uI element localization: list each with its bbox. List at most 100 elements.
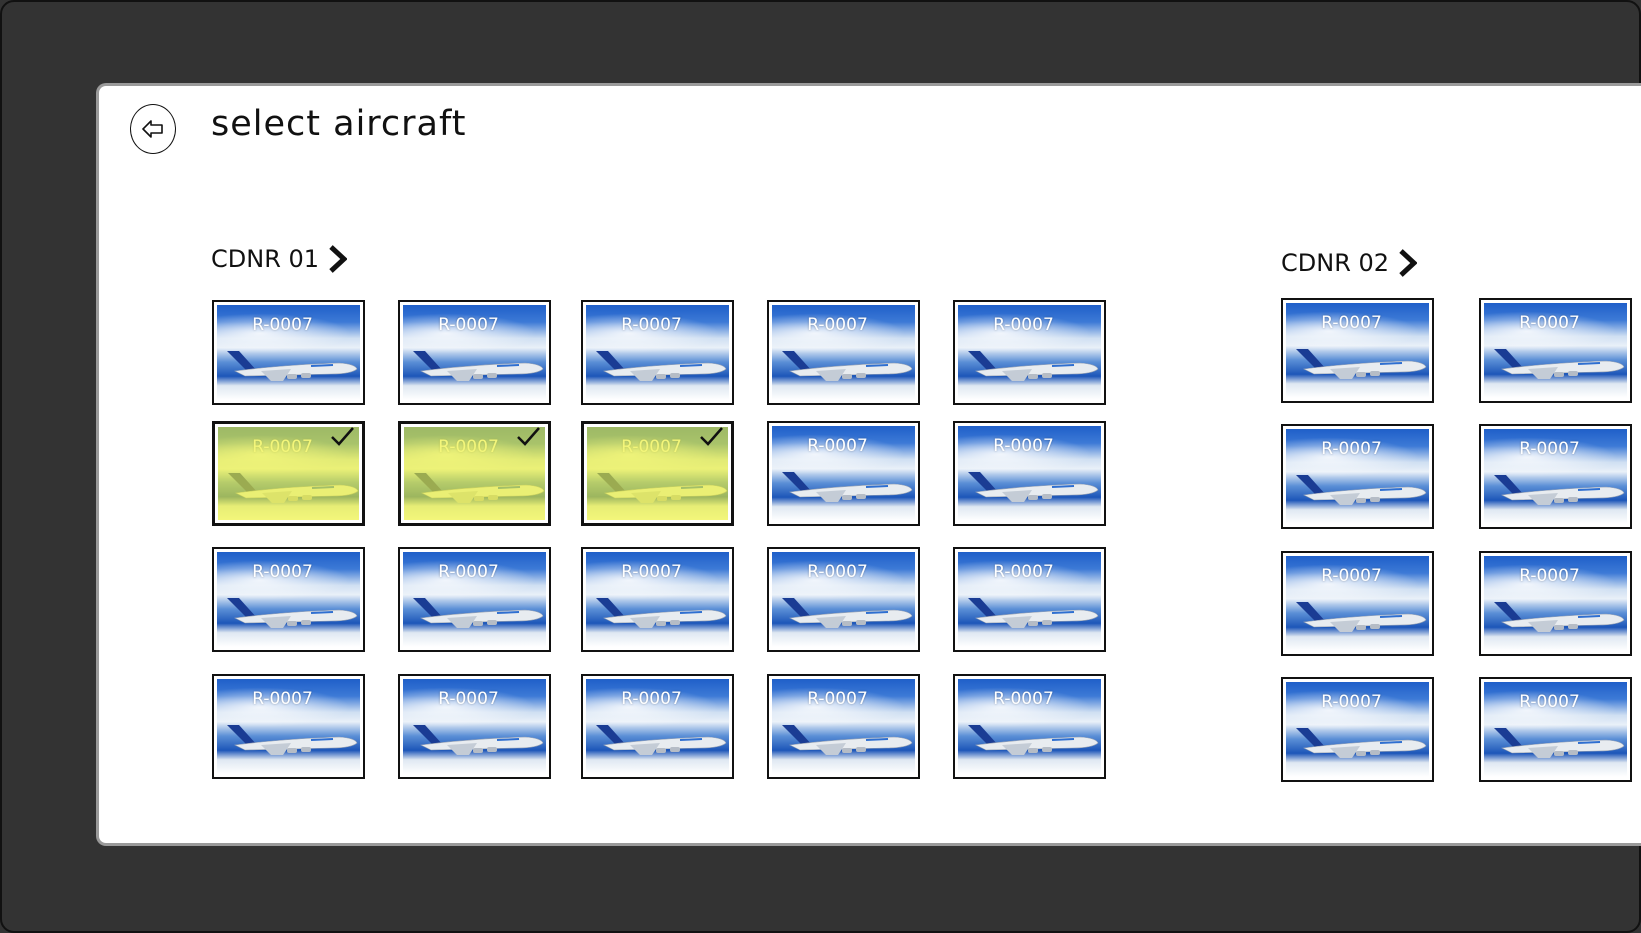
checkmark-icon bbox=[517, 427, 540, 446]
aircraft-tile[interactable]: R-0007 bbox=[581, 421, 734, 526]
group-label: CDNR 02 bbox=[1281, 249, 1390, 277]
aircraft-image bbox=[1494, 728, 1625, 758]
aircraft-registration: R-0007 bbox=[993, 689, 1054, 709]
aircraft-registration: R-0007 bbox=[621, 562, 682, 582]
aircraft-photo: R-0007 bbox=[586, 305, 729, 400]
aircraft-registration: R-0007 bbox=[252, 689, 313, 709]
aircraft-tile[interactable]: R-0007 bbox=[767, 674, 920, 779]
aircraft-tile[interactable]: R-0007 bbox=[581, 674, 734, 779]
aircraft-photo: R-0007 bbox=[403, 552, 546, 647]
aircraft-photo: R-0007 bbox=[1484, 556, 1627, 651]
aircraft-photo: R-0007 bbox=[1286, 303, 1429, 398]
aircraft-registration: R-0007 bbox=[1321, 439, 1382, 459]
aircraft-image bbox=[1494, 475, 1625, 505]
aircraft-tile[interactable]: R-0007 bbox=[1281, 298, 1434, 403]
aircraft-tile[interactable]: R-0007 bbox=[212, 547, 365, 652]
checkmark-icon bbox=[700, 427, 723, 446]
page-title: select aircraft bbox=[211, 104, 467, 144]
aircraft-photo: R-0007 bbox=[958, 305, 1101, 400]
back-arrow-icon bbox=[142, 120, 163, 138]
aircraft-image bbox=[782, 351, 913, 381]
aircraft-tile[interactable]: R-0007 bbox=[1479, 551, 1632, 656]
aircraft-photo: R-0007 bbox=[772, 305, 915, 400]
aircraft-image bbox=[782, 598, 913, 628]
aircraft-image bbox=[1296, 602, 1427, 632]
group-header-cdnr-02[interactable]: CDNR 02 bbox=[1281, 248, 1418, 278]
aircraft-tile[interactable]: R-0007 bbox=[953, 421, 1106, 526]
aircraft-image bbox=[227, 598, 358, 628]
aircraft-photo: R-0007 bbox=[217, 552, 360, 647]
aircraft-image bbox=[413, 351, 544, 381]
aircraft-tile[interactable]: R-0007 bbox=[1479, 424, 1632, 529]
aircraft-photo: R-0007 bbox=[1286, 556, 1429, 651]
aircraft-photo: R-0007 bbox=[586, 679, 729, 774]
aircraft-image bbox=[1296, 475, 1427, 505]
aircraft-registration: R-0007 bbox=[252, 315, 313, 335]
checkmark-icon bbox=[331, 427, 354, 446]
aircraft-registration: R-0007 bbox=[807, 315, 868, 335]
aircraft-photo: R-0007 bbox=[772, 679, 915, 774]
aircraft-image bbox=[227, 725, 358, 755]
aircraft-registration: R-0007 bbox=[438, 315, 499, 335]
aircraft-tile[interactable]: R-0007 bbox=[767, 300, 920, 405]
aircraft-image bbox=[413, 725, 544, 755]
aircraft-photo: R-0007 bbox=[586, 552, 729, 647]
aircraft-registration: R-0007 bbox=[1321, 692, 1382, 712]
aircraft-registration: R-0007 bbox=[807, 436, 868, 456]
aircraft-photo: R-0007 bbox=[1286, 429, 1429, 524]
aircraft-photo: R-0007 bbox=[1484, 303, 1627, 398]
aircraft-tile[interactable]: R-0007 bbox=[1479, 677, 1632, 782]
aircraft-image bbox=[596, 351, 727, 381]
aircraft-registration: R-0007 bbox=[621, 689, 682, 709]
aircraft-tile[interactable]: R-0007 bbox=[767, 547, 920, 652]
chevron-right-icon bbox=[329, 245, 348, 273]
aircraft-registration: R-0007 bbox=[621, 315, 682, 335]
aircraft-photo: R-0007 bbox=[217, 305, 360, 400]
aircraft-tile[interactable]: R-0007 bbox=[953, 300, 1106, 405]
aircraft-tile[interactable]: R-0007 bbox=[581, 300, 734, 405]
aircraft-tile[interactable]: R-0007 bbox=[398, 547, 551, 652]
aircraft-tile[interactable]: R-0007 bbox=[767, 421, 920, 526]
aircraft-photo: R-0007 bbox=[958, 426, 1101, 521]
aircraft-tile[interactable]: R-0007 bbox=[1281, 551, 1434, 656]
aircraft-registration: R-0007 bbox=[993, 436, 1054, 456]
aircraft-image bbox=[1494, 602, 1625, 632]
aircraft-tile[interactable]: R-0007 bbox=[398, 674, 551, 779]
aircraft-tile[interactable]: R-0007 bbox=[953, 547, 1106, 652]
aircraft-photo: R-0007 bbox=[1484, 429, 1627, 524]
aircraft-photo: R-0007 bbox=[587, 427, 728, 520]
aircraft-tile[interactable]: R-0007 bbox=[581, 547, 734, 652]
aircraft-registration: R-0007 bbox=[1321, 313, 1382, 333]
aircraft-photo: R-0007 bbox=[404, 427, 545, 520]
aircraft-tile[interactable]: R-0007 bbox=[1479, 298, 1632, 403]
aircraft-registration: R-0007 bbox=[1519, 566, 1580, 586]
group-label: CDNR 01 bbox=[211, 245, 320, 273]
aircraft-photo: R-0007 bbox=[217, 679, 360, 774]
aircraft-tile[interactable]: R-0007 bbox=[1281, 677, 1434, 782]
aircraft-image bbox=[968, 598, 1099, 628]
aircraft-image bbox=[782, 472, 913, 502]
aircraft-registration: R-0007 bbox=[1519, 692, 1580, 712]
aircraft-image bbox=[1296, 349, 1427, 379]
aircraft-image bbox=[596, 598, 727, 628]
aircraft-photo: R-0007 bbox=[403, 679, 546, 774]
aircraft-registration: R-0007 bbox=[807, 562, 868, 582]
aircraft-tile[interactable]: R-0007 bbox=[212, 421, 365, 526]
aircraft-tile[interactable]: R-0007 bbox=[953, 674, 1106, 779]
aircraft-tile[interactable]: R-0007 bbox=[398, 300, 551, 405]
aircraft-registration: R-0007 bbox=[252, 562, 313, 582]
aircraft-tile[interactable]: R-0007 bbox=[1281, 424, 1434, 529]
aircraft-tile[interactable]: R-0007 bbox=[212, 674, 365, 779]
aircraft-photo: R-0007 bbox=[958, 679, 1101, 774]
aircraft-photo: R-0007 bbox=[772, 426, 915, 521]
aircraft-image bbox=[968, 351, 1099, 381]
aircraft-image bbox=[782, 725, 913, 755]
aircraft-tile[interactable]: R-0007 bbox=[398, 421, 551, 526]
aircraft-tile[interactable]: R-0007 bbox=[212, 300, 365, 405]
aircraft-photo: R-0007 bbox=[403, 305, 546, 400]
back-button[interactable] bbox=[130, 104, 176, 154]
group-header-cdnr-01[interactable]: CDNR 01 bbox=[211, 244, 348, 274]
aircraft-registration: R-0007 bbox=[438, 689, 499, 709]
aircraft-registration: R-0007 bbox=[807, 689, 868, 709]
aircraft-image bbox=[1296, 728, 1427, 758]
